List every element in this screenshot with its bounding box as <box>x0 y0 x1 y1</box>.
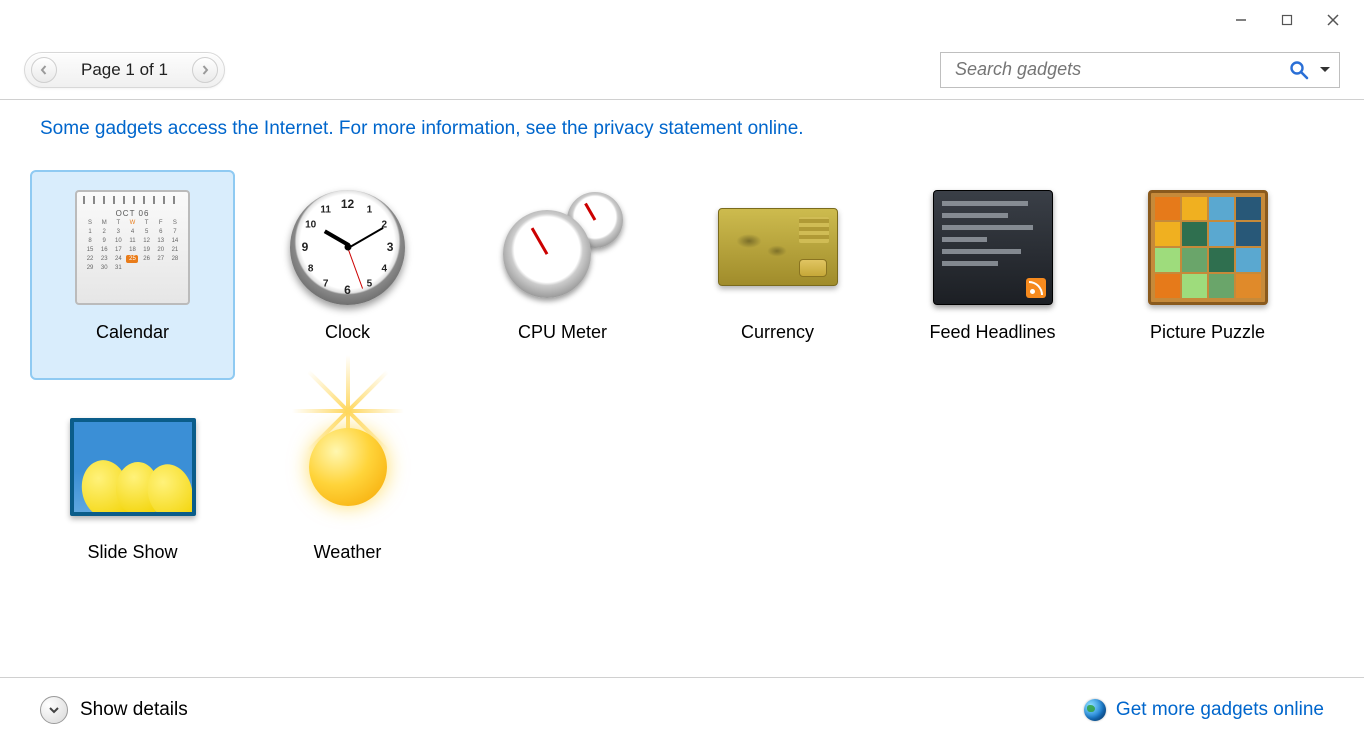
currency-icon <box>713 182 843 312</box>
show-details-label: Show details <box>80 699 188 721</box>
gadget-label: Clock <box>325 322 370 343</box>
search-options-dropdown[interactable] <box>1319 61 1331 78</box>
get-more-gadgets-label: Get more gadgets online <box>1116 699 1324 721</box>
show-details-toggle[interactable]: Show details <box>40 696 188 724</box>
clock-icon: 12 3 6 9 1 2 4 5 7 8 10 11 <box>283 182 413 312</box>
maximize-button[interactable] <box>1264 5 1310 35</box>
get-more-gadgets-link[interactable]: Get more gadgets online <box>1084 699 1324 721</box>
chevron-down-icon <box>40 696 68 724</box>
search-icon[interactable] <box>1289 60 1309 80</box>
cpu-meter-icon <box>498 182 628 312</box>
pager-label: Page 1 of 1 <box>59 60 190 80</box>
toolbar: Page 1 of 1 <box>0 40 1364 100</box>
pager: Page 1 of 1 <box>24 52 225 88</box>
titlebar <box>0 0 1364 40</box>
slideshow-icon <box>68 402 198 532</box>
gadget-weather[interactable]: Weather <box>245 390 450 600</box>
gadget-label: Picture Puzzle <box>1150 322 1265 343</box>
footer: Show details Get more gadgets online <box>0 677 1364 741</box>
gadget-picture-puzzle[interactable]: Picture Puzzle <box>1105 170 1310 380</box>
gadget-label: Feed Headlines <box>929 322 1055 343</box>
globe-icon <box>1084 699 1106 721</box>
gadget-cpu-meter[interactable]: CPU Meter <box>460 170 665 380</box>
gadget-calendar[interactable]: OCT 06 SMTWTFS 1234567 891011121314 1516… <box>30 170 235 380</box>
calendar-icon: OCT 06 SMTWTFS 1234567 891011121314 1516… <box>68 182 198 312</box>
gadget-clock[interactable]: 12 3 6 9 1 2 4 5 7 8 10 11 Clock <box>245 170 450 380</box>
rss-icon <box>1026 278 1046 298</box>
gadget-grid: OCT 06 SMTWTFS 1234567 891011121314 1516… <box>0 150 1364 620</box>
gadget-label: CPU Meter <box>518 322 607 343</box>
gadget-slide-show[interactable]: Slide Show <box>30 390 235 600</box>
pager-prev-button[interactable] <box>31 57 57 83</box>
search-input[interactable] <box>953 58 1289 81</box>
privacy-banner[interactable]: Some gadgets access the Internet. For mo… <box>0 100 1364 150</box>
gadget-label: Calendar <box>96 322 169 343</box>
pager-next-button[interactable] <box>192 57 218 83</box>
gadget-label: Currency <box>741 322 814 343</box>
gadget-label: Weather <box>314 542 382 563</box>
gadget-currency[interactable]: Currency <box>675 170 880 380</box>
gadget-label: Slide Show <box>87 542 177 563</box>
weather-icon <box>283 402 413 532</box>
puzzle-icon <box>1143 182 1273 312</box>
close-button[interactable] <box>1310 5 1356 35</box>
search-box <box>940 52 1340 88</box>
feed-icon <box>928 182 1058 312</box>
minimize-button[interactable] <box>1218 5 1264 35</box>
gadget-feed-headlines[interactable]: Feed Headlines <box>890 170 1095 380</box>
